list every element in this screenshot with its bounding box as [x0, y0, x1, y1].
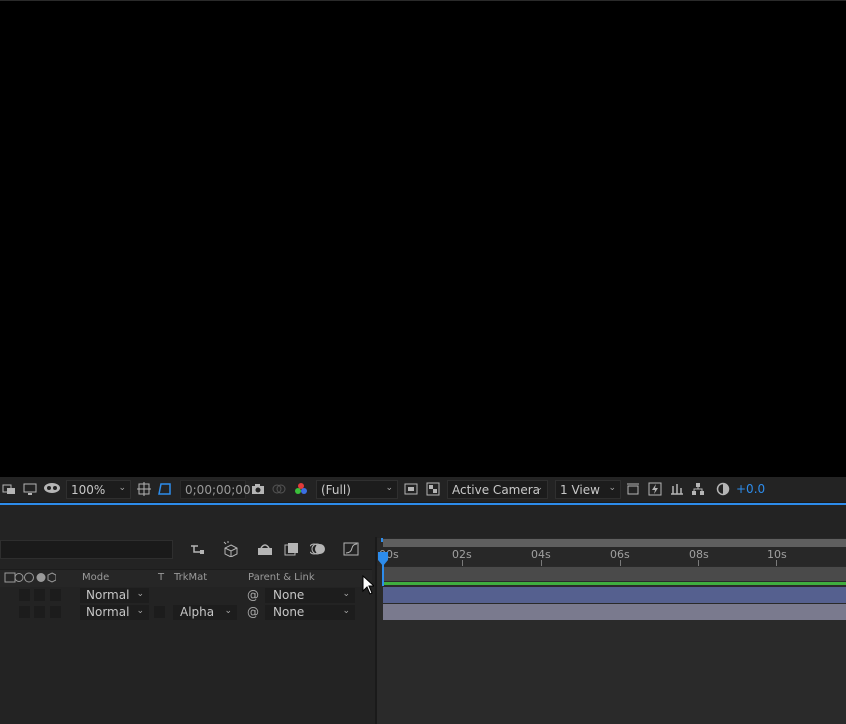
fast-previews-icon[interactable]	[648, 482, 662, 496]
flowchart-icon[interactable]	[691, 482, 705, 496]
camera-dropdown[interactable]: Active Camera ⌄	[447, 480, 548, 499]
layer-trkmat-value: Alpha	[180, 605, 215, 619]
work-area-indicator	[383, 582, 846, 585]
chevron-down-icon: ⌄	[342, 606, 350, 616]
mode-column-header[interactable]: Mode	[82, 572, 109, 583]
current-time-indicator[interactable]	[378, 538, 388, 586]
shy-icon[interactable]	[257, 542, 272, 556]
resolution-dropdown[interactable]: (Full) ⌄	[316, 480, 398, 499]
chevron-down-icon: ⌄	[608, 483, 616, 493]
composition-viewer[interactable]	[0, 0, 846, 477]
chevron-down-icon: ⌄	[535, 483, 543, 493]
layer-parent-value: None	[273, 588, 305, 602]
pickwhip-icon[interactable]: @	[247, 588, 259, 602]
t-column-header[interactable]: T	[158, 572, 164, 583]
draft3d-icon[interactable]	[222, 541, 238, 558]
layer-mode-value: Normal	[86, 605, 130, 619]
layer-mode-dropdown[interactable]: Normal ⌄	[80, 588, 149, 603]
grid-icon[interactable]	[137, 482, 151, 496]
frame-blend-icon[interactable]	[284, 542, 298, 556]
chevron-down-icon: ⌄	[224, 606, 232, 616]
parent-column-header[interactable]: Parent & Link	[248, 572, 315, 583]
zoom-dropdown[interactable]: 100% ⌄	[66, 480, 131, 499]
layer-parent-dropdown[interactable]: None ⌄	[265, 588, 355, 603]
graph-editor-icon[interactable]	[343, 542, 359, 556]
view-layout-value: 1 View	[560, 482, 600, 497]
video-switch-icon[interactable]	[4, 571, 57, 587]
show-snapshot-icon[interactable]	[272, 482, 286, 496]
chevron-down-icon: ⌄	[136, 589, 144, 599]
layer-row[interactable]: Normal ⌄ @ None ⌄	[0, 587, 372, 604]
viewer-toolbar: 100% ⌄ 0;00;00;00 (Full) ⌄ Active Camera…	[0, 477, 846, 503]
fast-preview-icon[interactable]	[404, 482, 418, 496]
layer-duration-bar[interactable]	[383, 587, 846, 603]
layer-switch[interactable]	[34, 589, 45, 601]
mask-icon[interactable]	[43, 482, 60, 496]
layer-duration-bar[interactable]	[383, 604, 846, 620]
layer-switch[interactable]	[50, 606, 61, 618]
camera-value: Active Camera	[452, 482, 541, 497]
layer-mode-value: Normal	[86, 588, 130, 602]
work-area-row	[383, 567, 846, 581]
layer-switch[interactable]	[50, 589, 61, 601]
layer-trkmat-dropdown[interactable]: Alpha ⌄	[173, 605, 237, 620]
mouse-cursor-icon	[362, 574, 376, 598]
display-icon[interactable]	[23, 482, 37, 496]
zoom-value: 100%	[71, 482, 106, 497]
work-area-bar[interactable]	[383, 539, 846, 547]
trkmat-column-header[interactable]: TrkMat	[174, 572, 207, 583]
always-preview-icon[interactable]	[2, 482, 16, 496]
layer-switch[interactable]	[34, 606, 45, 618]
layer-column-header: Mode T TrkMat Parent & Link	[0, 569, 372, 588]
motion-blur-icon[interactable]	[308, 542, 325, 556]
timecode-field[interactable]: 0;00;00;00	[180, 480, 251, 499]
timeline-icon[interactable]	[670, 482, 684, 496]
channel-icon[interactable]	[294, 482, 308, 496]
exposure-value[interactable]: +0.0	[736, 482, 765, 496]
layer-parent-value: None	[273, 605, 305, 619]
resolution-value: (Full)	[321, 482, 351, 497]
timeline-tab-area	[0, 505, 846, 535]
chevron-down-icon: ⌄	[385, 483, 393, 493]
timecode-value: 0;00;00;00	[185, 482, 251, 497]
chevron-down-icon: ⌄	[118, 483, 126, 493]
toggle-pixel-aspect-icon[interactable]	[626, 482, 640, 496]
composition-flowchart-icon[interactable]	[190, 542, 204, 556]
layer-switch[interactable]	[19, 606, 30, 618]
view-layout-dropdown[interactable]: 1 View ⌄	[555, 480, 621, 499]
chevron-down-icon: ⌄	[342, 589, 350, 599]
layer-mode-dropdown[interactable]: Normal ⌄	[80, 605, 149, 620]
pickwhip-icon[interactable]: @	[247, 605, 259, 619]
layer-row[interactable]: Normal ⌄ Alpha ⌄ @ None ⌄	[0, 604, 372, 621]
roi-icon[interactable]	[158, 482, 172, 496]
preserve-transparency-switch[interactable]	[154, 606, 165, 618]
transparency-grid-icon[interactable]	[426, 482, 440, 496]
reset-exposure-icon[interactable]	[716, 482, 730, 496]
chevron-down-icon: ⌄	[136, 606, 144, 616]
layer-search-input[interactable]	[0, 540, 173, 559]
layer-parent-dropdown[interactable]: None ⌄	[265, 605, 355, 620]
layer-switch[interactable]	[19, 589, 30, 601]
snapshot-icon[interactable]	[251, 482, 265, 496]
